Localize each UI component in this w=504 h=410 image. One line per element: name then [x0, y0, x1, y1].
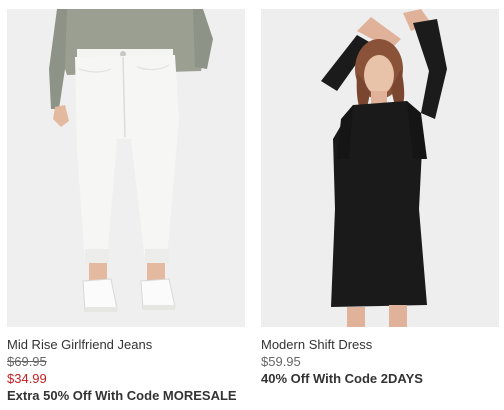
product-name[interactable]: Modern Shift Dress — [261, 336, 499, 353]
product-image-jeans[interactable] — [7, 9, 245, 327]
original-price: $69.95 — [7, 354, 47, 369]
jeans-photo — [7, 9, 245, 327]
dress-photo — [261, 9, 499, 327]
product-card-girlfriend-jeans[interactable]: Mid Rise Girlfriend Jeans $69.95 $34.99 … — [7, 9, 245, 404]
sale-price: $34.99 — [7, 371, 47, 386]
promo-text: Extra 50% Off With Code MORESALE — [7, 388, 237, 403]
product-card-shift-dress[interactable]: Modern Shift Dress $59.95 40% Off With C… — [261, 9, 499, 387]
product-image-dress[interactable] — [261, 9, 499, 327]
product-grid: Mid Rise Girlfriend Jeans $69.95 $34.99 … — [0, 0, 504, 410]
product-name[interactable]: Mid Rise Girlfriend Jeans — [7, 336, 245, 353]
promo-text: 40% Off With Code 2DAYS — [261, 371, 423, 386]
price: $59.95 — [261, 354, 301, 369]
